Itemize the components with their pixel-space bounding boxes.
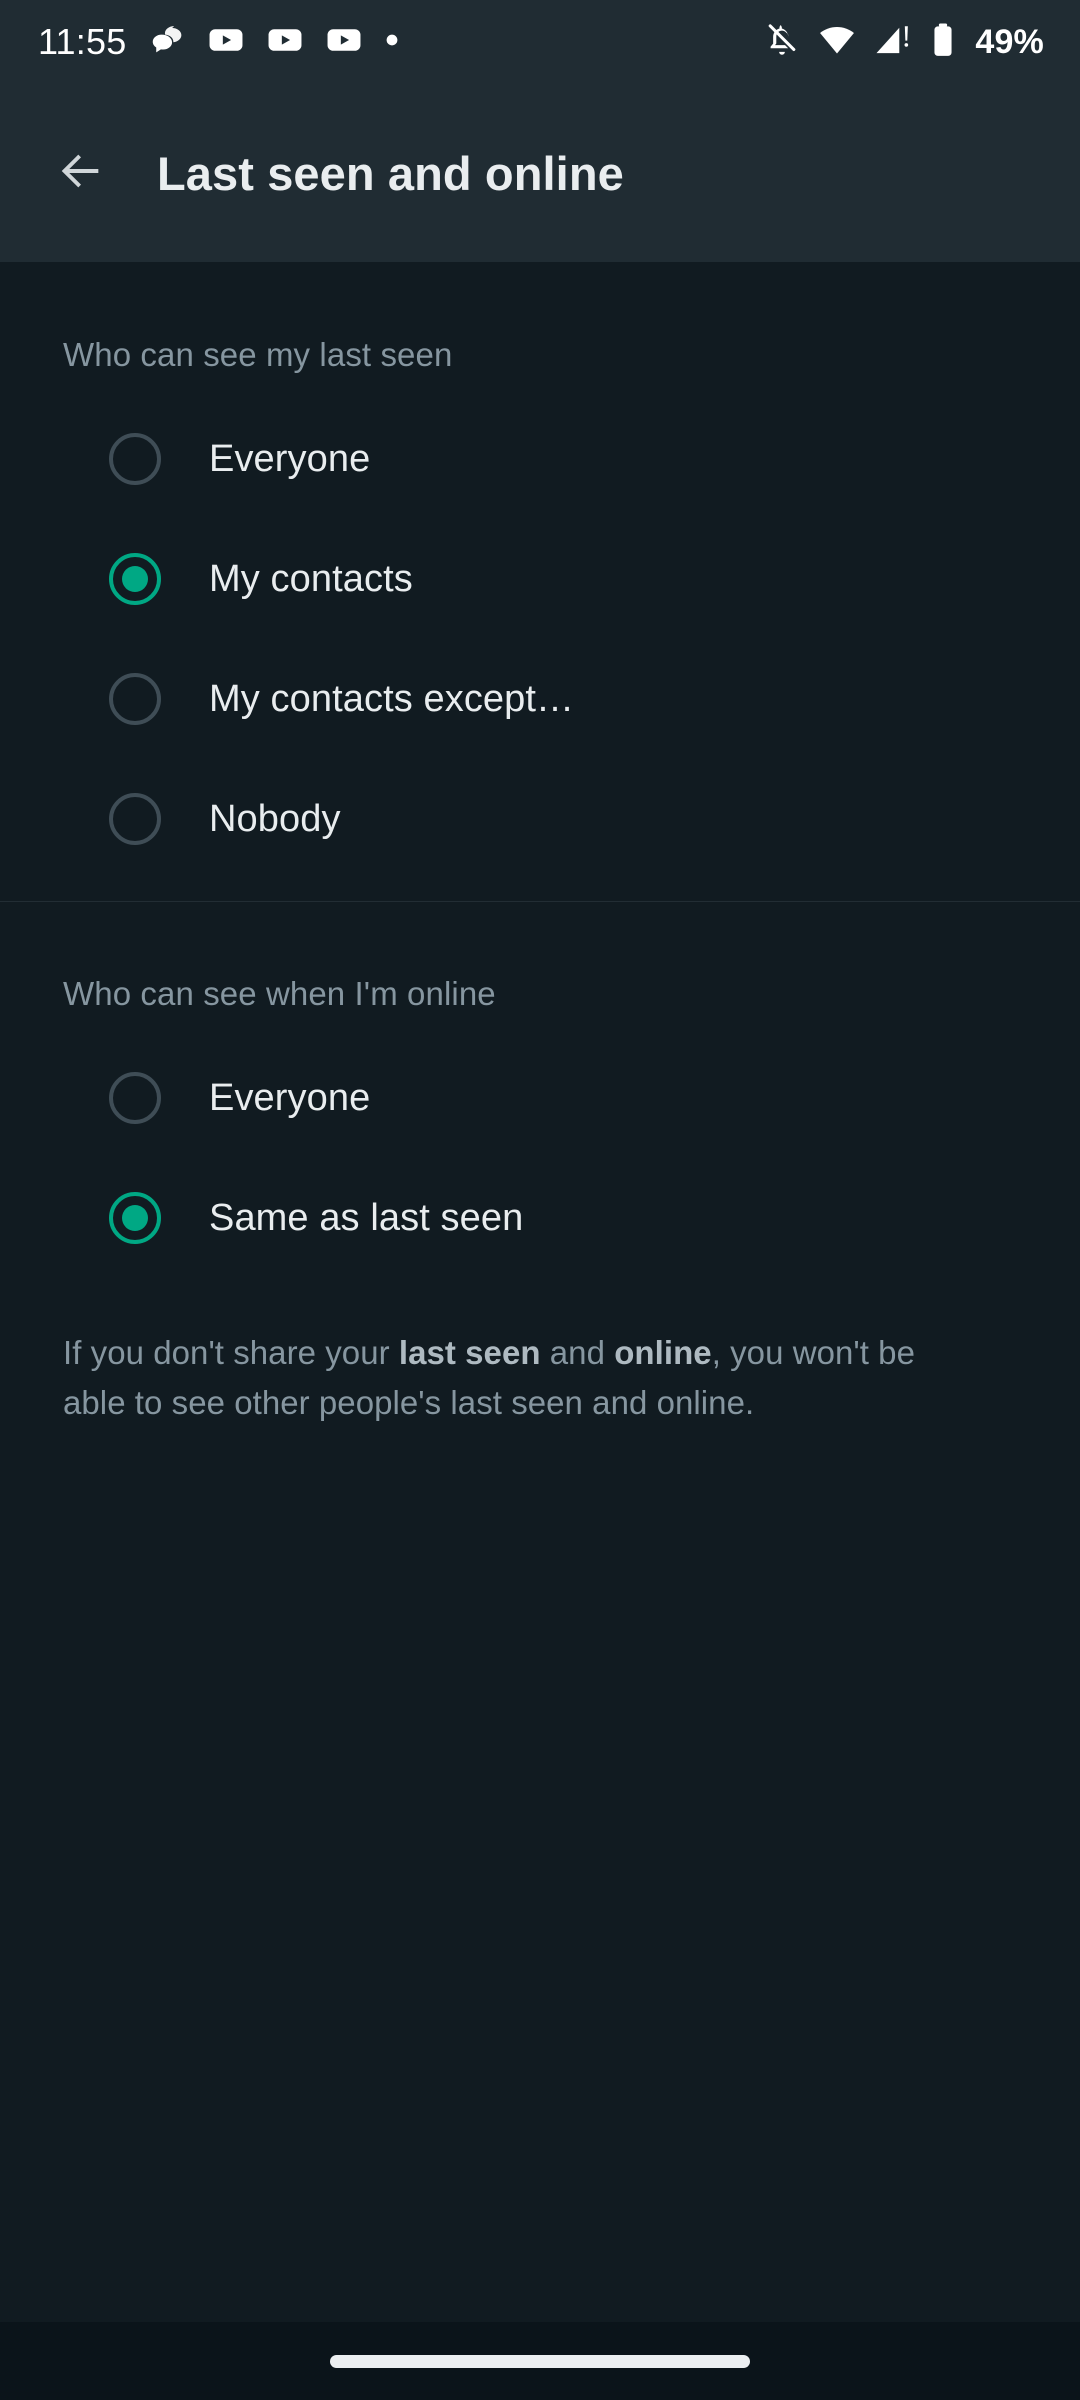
radio-option-label: My contacts — [209, 557, 413, 600]
settings-content: Who can see my last seen Everyone My con… — [0, 262, 1080, 2322]
status-bar: 11:55 49% — [0, 0, 1080, 84]
radio-group-online: Everyone Same as last seen — [0, 1038, 1080, 1278]
section-header-online: Who can see when I'm online — [63, 975, 496, 1012]
system-navigation-bar — [0, 2322, 1080, 2400]
radio-option-label: Nobody — [209, 797, 341, 840]
battery-icon — [928, 21, 958, 64]
radio-option-everyone[interactable]: Everyone — [0, 399, 1080, 519]
radio-option-label: Everyone — [209, 437, 371, 480]
status-bar-right: 49% — [763, 21, 1044, 64]
footer-description: If you don't share your last seen and on… — [0, 1278, 1020, 1428]
radio-option-online-everyone[interactable]: Everyone — [0, 1038, 1080, 1158]
radio-option-my-contacts[interactable]: My contacts — [0, 519, 1080, 639]
home-gesture-handle[interactable] — [330, 2354, 750, 2368]
section-header-last-seen: Who can see my last seen — [63, 336, 453, 373]
status-bar-left: 11:55 — [38, 21, 400, 64]
cellular-signal-alert-icon — [873, 21, 911, 64]
radio-option-label: Same as last seen — [209, 1196, 524, 1239]
radio-option-nobody[interactable]: Nobody — [0, 759, 1080, 879]
app-bar: Last seen and online — [0, 84, 1080, 262]
radio-icon-unselected[interactable] — [109, 673, 161, 725]
footer-text-bold-last-seen: last seen — [398, 1334, 541, 1371]
radio-icon-selected[interactable] — [109, 1192, 161, 1244]
youtube-play-icon — [325, 21, 363, 64]
radio-icon-unselected[interactable] — [109, 433, 161, 485]
radio-group-last-seen: Everyone My contacts My contacts except…… — [0, 399, 1080, 879]
radio-option-label: Everyone — [209, 1076, 371, 1119]
radio-icon-unselected[interactable] — [109, 793, 161, 845]
back-button[interactable] — [42, 134, 120, 212]
battery-percent-label: 49% — [975, 22, 1044, 61]
youtube-play-icon — [266, 21, 304, 64]
radio-icon-selected[interactable] — [109, 553, 161, 605]
notifications-off-icon — [763, 21, 801, 64]
page-title: Last seen and online — [157, 146, 624, 200]
radio-icon-unselected[interactable] — [109, 1072, 161, 1124]
overflow-dot-icon — [384, 21, 400, 64]
status-bar-notification-icons — [148, 21, 400, 64]
footer-text-bold-online: online — [614, 1334, 712, 1371]
youtube-play-icon — [207, 21, 245, 64]
footer-text-middle: and — [540, 1334, 615, 1371]
radio-option-label: My contacts except… — [209, 677, 575, 720]
section-last-seen: Who can see my last seen Everyone My con… — [0, 262, 1080, 879]
arrow-left-icon — [55, 145, 107, 202]
wifi-icon — [818, 21, 856, 64]
radio-option-same-as-last-seen[interactable]: Same as last seen — [0, 1158, 1080, 1278]
radio-option-my-contacts-except[interactable]: My contacts except… — [0, 639, 1080, 759]
chat-bubbles-icon — [148, 21, 186, 64]
status-bar-clock: 11:55 — [38, 21, 127, 62]
section-online: Who can see when I'm online Everyone Sam… — [0, 902, 1080, 1278]
footer-text-prefix: If you don't share your — [63, 1334, 399, 1371]
